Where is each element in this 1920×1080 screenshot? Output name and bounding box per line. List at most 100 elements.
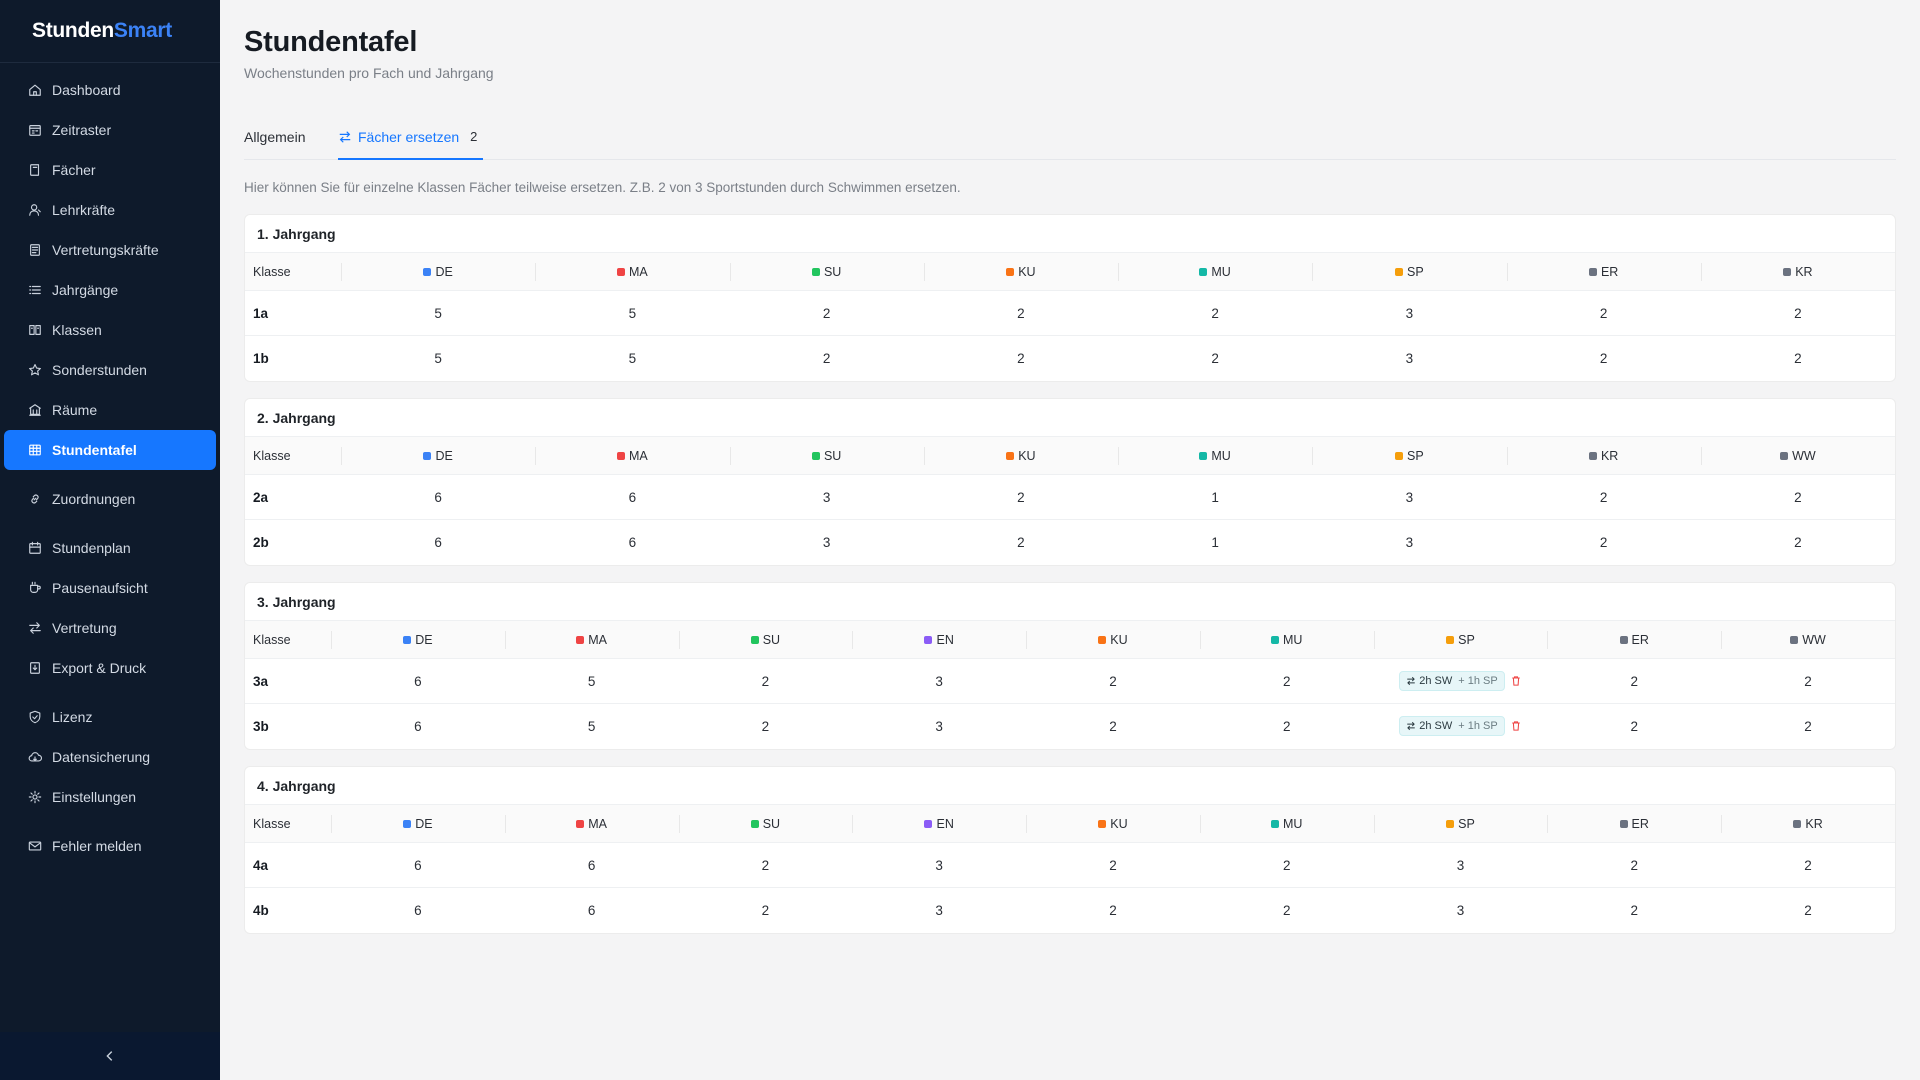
sidebar-item-faecher[interactable]: Fächer [4,150,216,190]
table-header-row: Klasse DE MA SU KU MU SP KR WW [245,436,1895,475]
sidebar-item-einstellungen[interactable]: Einstellungen [4,777,216,817]
subject-code: WW [1792,448,1816,463]
cloud-icon [28,750,42,764]
hours-value: 3 [1312,335,1507,381]
column-header-subject: EN [852,620,1027,659]
subject-color-swatch [1793,819,1802,828]
hours-value: 2 [1282,857,1291,873]
jahrgang-card: 4. Jahrgang Klasse DE MA SU EN KU MU SP ER KR 4a 6 6 2… [244,766,1896,934]
sidebar-item-vertretung[interactable]: Vertretung [4,608,216,648]
subject-code: MA [588,816,608,831]
column-header-subject: SU [678,804,853,843]
sidebar-item-pausenaufsicht[interactable]: Pausenaufsicht [4,568,216,608]
subject-code: MU [1211,448,1231,463]
column-header-subject: DE [331,620,505,659]
class-name: 3b [245,703,331,749]
subject-color-swatch [1783,267,1792,276]
subject-color-swatch [1006,267,1015,276]
list-icon [28,283,42,297]
subject-code: DE [415,632,433,647]
document-list-icon [28,243,42,257]
column-header-subject: MA [535,252,730,291]
hours-value: 2 [1599,305,1608,321]
trash-icon[interactable] [1510,675,1522,687]
sidebar-item-raeume[interactable]: Räume [4,390,216,430]
hours-value: 3 [1456,857,1465,873]
sidebar-item-zuordnungen[interactable]: Zuordnungen [4,479,216,519]
subject-code: DE [435,448,453,463]
subject-code: KR [1600,448,1619,463]
sidebar-item-label: Klassen [52,322,102,338]
subject-color-swatch [811,451,820,460]
hours-value: 5 [434,305,442,321]
table-header-row: Klasse DE MA SU EN KU MU SP ER KR [245,804,1895,843]
column-header-subject: SP [1312,436,1507,475]
sidebar-item-datensicherung[interactable]: Datensicherung [4,737,216,777]
column-header-subject: MU [1118,252,1313,291]
subject-color-swatch [617,451,625,460]
hours-value: 3 [935,857,943,873]
subject-color-swatch [423,451,432,460]
hours-value: 2 [1026,703,1200,749]
replacement-chip[interactable]: 2h SW + 1h SP [1399,671,1505,691]
hours-value: 2 [761,673,770,689]
table-row: 4b 6 6 2 3 2 2 3 2 2 [245,887,1895,933]
sidebar-item-vertretungskraefte[interactable]: Vertretungskräfte [4,230,216,270]
home-icon [28,83,42,97]
subject-code: DE [415,816,433,831]
subject-code: MU [1211,264,1231,279]
hours-value: 2 [1721,887,1895,933]
hours-value: 2 [1630,857,1638,873]
class-name: 3a [253,673,269,689]
table-row: 3a 6 5 2 3 2 2 2h SW + 1h SP 2 2 [245,659,1895,704]
jahrgang-title: 1. Jahrgang [257,225,336,242]
hours-value: 3 [1312,519,1507,565]
swap-icon [1406,676,1419,686]
sidebar-item-label: Einstellungen [52,789,137,805]
column-header-klasse: Klasse [245,804,331,843]
hours-value: 2 [1599,489,1608,505]
sidebar-item-sonderstunden[interactable]: Sonderstunden [4,350,216,390]
subject-code: ER [1631,816,1649,831]
sidebar-item-label: Vertretungskräfte [52,242,159,258]
class-name: 2b [245,519,341,565]
sidebar-item-lehrkraefte[interactable]: Lehrkräfte [4,190,216,230]
subject-color-swatch [1619,819,1628,828]
hours-value: 2 [678,703,853,749]
replacement-chip[interactable]: 2h SW + 1h SP [1399,716,1505,737]
subject-color-swatch [1446,635,1455,644]
tab-allgemein[interactable]: Allgemein [244,118,310,160]
info-text: Hier können Sie für einzelne Klassen Fäc… [244,180,961,195]
subject-code: SU [762,816,781,831]
collapse-sidebar-button[interactable] [0,1032,220,1080]
column-header-subject: SU [729,436,924,475]
hours-value: 2 [1547,887,1722,933]
sidebar-item-export-druck[interactable]: Export & Druck [4,648,216,688]
column-header-subject: EN [852,804,1027,843]
column-header-subject: MU [1199,804,1374,843]
jahrgang-card: 3. Jahrgang Klasse DE MA SU EN KU MU SP ER WW 3a 6 5 2… [244,582,1896,750]
sidebar-item-stundentafel[interactable]: Stundentafel [4,430,216,470]
sidebar-item-klassen[interactable]: Klassen [4,310,216,350]
brand-part-2: Smart [113,19,172,42]
hours-value: 2 [1199,703,1374,749]
sidebar-item-label: Fehler melden [52,838,142,854]
hours-value: 3 [729,519,924,565]
sidebar-item-jahrgaenge[interactable]: Jahrgänge [4,270,216,310]
sidebar-item-zeitraster[interactable]: Zeitraster [4,110,216,150]
hours-value: 3 [1373,887,1548,933]
hours-value: 6 [535,519,730,565]
sidebar-item-label: Sonderstunden [52,362,147,378]
subject-code: SU [823,264,842,279]
trash-icon[interactable] [1510,720,1522,732]
sidebar-item-lizenz[interactable]: Lizenz [4,697,216,737]
column-header-subject: KR [1700,252,1895,291]
tab-faecher-ersetzen[interactable]: Fächer ersetzen 2 [338,118,484,160]
sidebar-item-fehler-melden[interactable]: Fehler melden [4,826,216,866]
hours-value: 2 [1630,673,1638,689]
app-logo[interactable]: Stunden Smart [0,0,220,63]
sidebar-item-label: Export & Druck [52,660,147,676]
sidebar-item-stundenplan[interactable]: Stundenplan [4,528,216,568]
hours-value: 6 [414,857,422,873]
sidebar-item-dashboard[interactable]: Dashboard [4,70,216,110]
